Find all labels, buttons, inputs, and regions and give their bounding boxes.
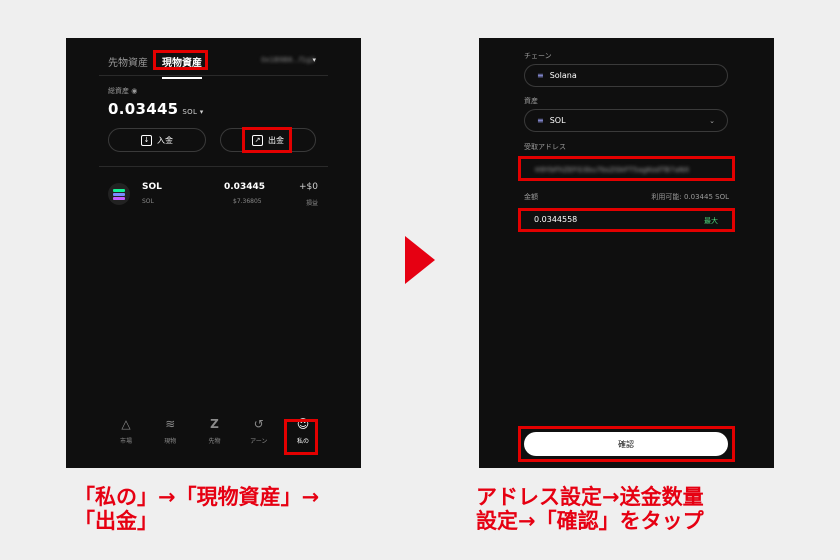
nav-earn[interactable]: ↺ アーン — [241, 416, 277, 456]
highlight-confirm — [518, 426, 735, 462]
earn-spiral-icon: ↺ — [253, 417, 264, 431]
futures-z-icon: Z — [210, 417, 219, 431]
caption-left: 「私の」→「現物資産」→ 「出金」 — [74, 485, 319, 533]
asset-usd-value: $7.36805 — [233, 198, 262, 205]
asset-pnl-label: 損益 — [305, 200, 318, 207]
triangle-icon: △ — [121, 417, 131, 431]
nav-market[interactable]: △ 市場 — [108, 416, 144, 456]
caption-right-line1: アドレス設定→送金数量 — [476, 485, 704, 509]
caption-left-line1: 「私の」→「現物資産」→ — [74, 485, 320, 509]
asset-pnl: +$0 — [299, 182, 318, 192]
highlight-withdraw — [242, 127, 292, 153]
highlight-spot-tab — [153, 50, 208, 70]
caption-left-line2: 「出金」 — [74, 509, 158, 533]
asset-name: SOL — [142, 182, 162, 192]
layers-icon: ≋ — [165, 417, 176, 431]
wallet-caret-icon[interactable]: ▾ — [312, 56, 316, 64]
highlight-address — [518, 156, 735, 181]
app-screen-assets: 先物資産 現物資産 0x1B9B8...f1g2 ▾ 総資産 ◉ 0.03445… — [66, 38, 361, 468]
app-screen-withdraw: チェーン ≡ Solana 資産 ≡ SOL ⌄ 受取アドレス H9YbFhZE… — [479, 38, 774, 468]
highlight-mine-nav — [284, 419, 318, 455]
divider — [99, 166, 328, 167]
deposit-button[interactable]: ↓ 入金 — [108, 128, 206, 152]
asset-symbol: SOL — [142, 198, 154, 205]
divider — [99, 75, 328, 76]
total-unit[interactable]: SOL ▾ — [182, 108, 203, 116]
total-assets-value: 0.03445 SOL ▾ — [108, 100, 204, 118]
highlight-amount — [518, 208, 735, 232]
asset-row-sol[interactable]: SOL SOL 0.03445 $7.36805 +$0 損益 — [108, 180, 318, 210]
deposit-icon: ↓ — [141, 134, 152, 146]
available-balance: 利用可能: 0.03445 SOL — [651, 193, 729, 201]
eye-icon[interactable]: ◉ — [131, 87, 137, 95]
amount-label: 金額 — [524, 193, 538, 201]
solana-icon — [108, 183, 130, 205]
asset-amount: 0.03445 — [224, 182, 265, 192]
solana-icon: ≡ — [537, 116, 544, 125]
asset-label: 資産 — [524, 97, 538, 105]
asset-value: SOL — [549, 116, 566, 125]
nav-spot[interactable]: ≋ 現物 — [152, 416, 188, 456]
chain-value: Solana — [549, 71, 577, 80]
chain-label: チェーン — [524, 52, 552, 60]
wallet-address[interactable]: 0x1B9B8...f1g2 — [261, 56, 315, 64]
tab-futures-assets[interactable]: 先物資産 — [108, 54, 148, 69]
chain-select[interactable]: ≡ Solana — [524, 64, 728, 87]
next-step-arrow-icon — [405, 236, 435, 284]
caption-right: アドレス設定→送金数量 設定→「確認」をタップ — [476, 485, 704, 533]
nav-futures[interactable]: Z 先物 — [197, 416, 233, 456]
address-label: 受取アドレス — [524, 143, 566, 151]
total-assets-label: 総資産 ◉ — [108, 87, 138, 95]
asset-select[interactable]: ≡ SOL ⌄ — [524, 109, 728, 132]
solana-icon: ≡ — [537, 71, 544, 80]
caption-right-line2: 設定→「確認」をタップ — [476, 509, 704, 533]
deposit-label: 入金 — [157, 135, 173, 145]
chevron-down-icon: ⌄ — [709, 116, 715, 125]
